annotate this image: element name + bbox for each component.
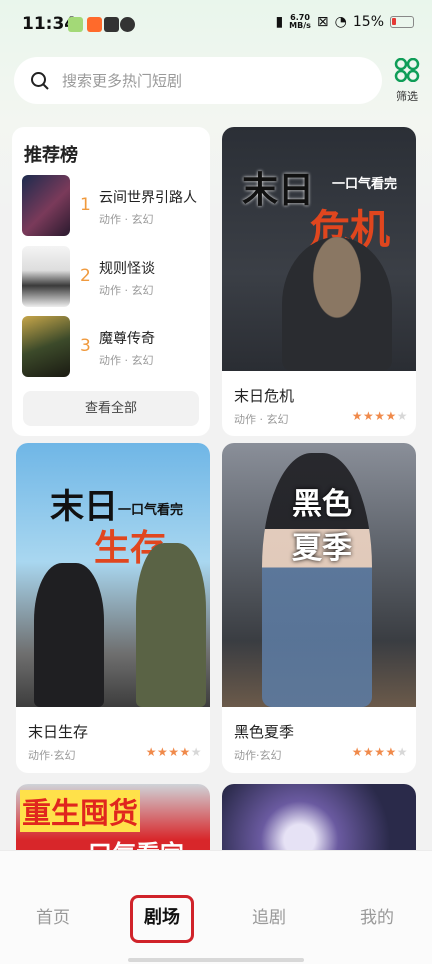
bottom-navigation: 首页 剧场 追剧 我的: [0, 850, 432, 964]
nav-follow[interactable]: 追剧: [252, 903, 286, 928]
status-bar: 11:34 ▮ 6.70 MB/s ⊠ ◔ 15%: [0, 0, 432, 50]
nav-theater-label: 剧场: [144, 907, 180, 928]
search-placeholder: 搜索更多热门短剧: [62, 72, 183, 90]
ranking-item[interactable]: 2 规则怪谈 动作 · 玄幻: [22, 246, 202, 308]
nav-mine[interactable]: 我的: [360, 903, 394, 928]
poster-character-figure: [136, 543, 206, 707]
ranking-item[interactable]: 3 魔尊传奇 动作 · 玄幻: [22, 316, 202, 378]
wechat-notification-icon: [120, 17, 135, 32]
wifi-icon: ◔: [334, 14, 347, 30]
recommend-ranking-card: 推荐榜 1 云间世界引路人 动作 · 玄幻 2 规则怪谈 动作 · 玄幻 3 魔…: [12, 127, 210, 436]
ranking-name: 规则怪谈: [99, 261, 155, 277]
drama-tags: 动作·玄幻: [234, 749, 282, 762]
poster-title: 黑色夏季: [292, 487, 352, 566]
drama-title: 黑色夏季: [234, 723, 295, 741]
ranking-name: 魔尊传奇: [99, 331, 155, 347]
ranking-tags: 动作 · 玄幻: [99, 354, 154, 367]
ranking-cover-image: [22, 316, 70, 377]
ranking-number: 1: [80, 195, 91, 215]
filter-label: 筛选: [396, 90, 418, 103]
drama-card[interactable]: 末日 一口气看完 危机 末日危机 动作 · 玄幻 ★★★★★: [222, 127, 416, 436]
battery-percent: 15%: [352, 14, 384, 30]
ranking-item[interactable]: 1 云间世界引路人 动作 · 玄幻: [22, 175, 202, 237]
drama-poster-image: 黑色夏季: [222, 443, 416, 707]
rating-stars: ★★★★★: [351, 745, 408, 759]
poster-title-line-1: 末日: [242, 169, 315, 211]
poster-slogan: 一口气看完: [332, 177, 398, 192]
ranking-tags: 动作 · 玄幻: [99, 213, 154, 226]
nav-theater[interactable]: 剧场: [130, 895, 194, 943]
drama-poster-image: 末日 一口气看完 危机: [222, 127, 416, 371]
ranking-name: 云间世界引路人: [99, 190, 197, 206]
drama-card[interactable]: 黑色夏季 黑色夏季 动作·玄幻 ★★★★★: [222, 443, 416, 773]
ranking-number: 3: [80, 336, 91, 356]
search-icon: [31, 71, 49, 90]
drama-tags: 动作·玄幻: [28, 749, 76, 762]
ranking-title: 推荐榜: [24, 145, 78, 166]
message-notification-icon: [104, 17, 119, 32]
poster-character-figure: [34, 563, 104, 707]
ranking-number: 2: [80, 266, 91, 286]
filter-icon: [394, 57, 420, 83]
search-input[interactable]: 搜索更多热门短剧: [14, 57, 382, 104]
app-notification-icon: [68, 17, 83, 32]
drama-card[interactable]: 末日 一口气看完 生存 末日生存 动作·玄幻 ★★★★★: [16, 443, 210, 773]
sim-icon: ⊠: [316, 14, 329, 30]
ranking-cover-image: [22, 246, 70, 307]
filter-button[interactable]: 筛选: [389, 57, 425, 103]
ranking-tags: 动作 · 玄幻: [99, 284, 154, 297]
poster-character-figure: [282, 237, 392, 371]
rating-stars: ★★★★★: [145, 745, 202, 759]
taobao-notification-icon: [87, 17, 102, 32]
battery-icon: [390, 16, 414, 28]
view-all-button[interactable]: 查看全部: [23, 391, 199, 426]
drama-tags: 动作 · 玄幻: [234, 413, 289, 426]
nav-home[interactable]: 首页: [36, 903, 70, 928]
network-speed: 6.70 MB/s: [289, 14, 311, 30]
drama-poster-image: 末日 一口气看完 生存: [16, 443, 210, 707]
ranking-cover-image: [22, 175, 70, 236]
rating-stars: ★★★★★: [351, 409, 408, 423]
poster-title: 重生囤货: [20, 790, 141, 832]
poster-slogan: 一口气看完: [118, 503, 184, 518]
net-speed-unit: MB/s: [289, 21, 311, 30]
vibrate-icon: ▮: [275, 14, 284, 30]
home-indicator[interactable]: [128, 958, 304, 962]
drama-title: 末日危机: [234, 387, 295, 405]
drama-title: 末日生存: [28, 723, 89, 741]
